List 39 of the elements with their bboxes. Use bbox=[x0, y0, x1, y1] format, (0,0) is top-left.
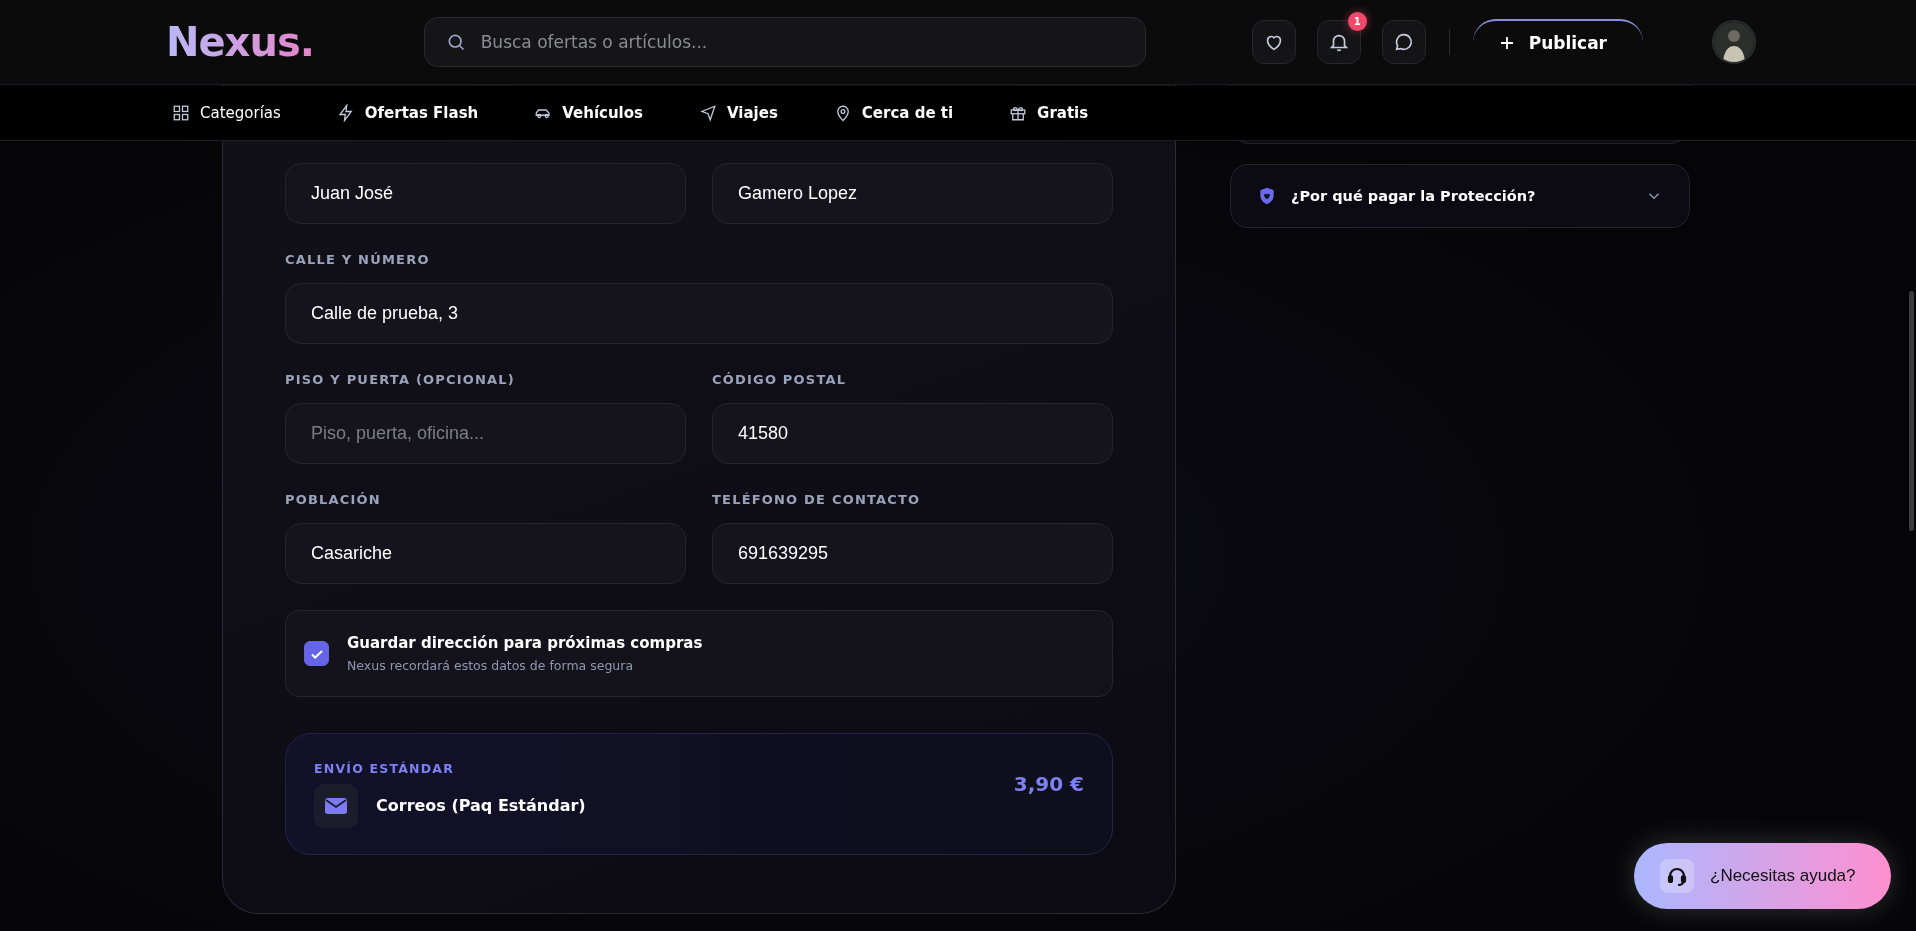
lightning-icon bbox=[336, 104, 355, 122]
field-label: PISO Y PUERTA (OPCIONAL) bbox=[285, 372, 516, 388]
input-field[interactable]: Calle de prueba, 3 bbox=[285, 283, 1113, 344]
grid-icon bbox=[172, 104, 190, 122]
messages-button[interactable] bbox=[1381, 20, 1426, 64]
shipping-type: ENVÍO ESTÁNDAR bbox=[314, 760, 455, 776]
envelope-icon bbox=[314, 783, 358, 828]
carrier-name: Correos (Paq Estándar) bbox=[376, 796, 586, 815]
field-label: POBLACIÓN bbox=[285, 492, 382, 508]
search-field[interactable]: Busca ofertas o artículos... bbox=[423, 17, 1146, 67]
headset-icon bbox=[1660, 859, 1694, 893]
favorites-button[interactable] bbox=[1251, 20, 1296, 64]
field-label: CALLE Y NÚMERO bbox=[285, 252, 431, 268]
nav-link[interactable]: Ofertas Flash bbox=[336, 104, 479, 122]
input-field[interactable]: Gamero Lopez bbox=[712, 163, 1113, 224]
gift-icon bbox=[1009, 104, 1028, 122]
avatar[interactable] bbox=[1712, 20, 1756, 64]
help-button[interactable]: ¿Necesitas ayuda? bbox=[1634, 843, 1891, 909]
input-field[interactable]: 41580 bbox=[712, 403, 1113, 464]
input-field[interactable]: Casariche bbox=[285, 523, 686, 584]
field-label: CÓDIGO POSTAL bbox=[712, 372, 848, 388]
nav-link[interactable]: Gratis bbox=[1009, 104, 1089, 122]
checkbox-hint: Nexus recordará estos datos de forma segura bbox=[347, 658, 635, 673]
shield-icon bbox=[1257, 186, 1277, 206]
plus-icon bbox=[1498, 35, 1515, 51]
nav-link[interactable]: Vehículos bbox=[534, 104, 643, 122]
input-field[interactable]: 691639295 bbox=[712, 523, 1113, 584]
checkbox[interactable] bbox=[304, 641, 329, 666]
notification-badge: 1 bbox=[1347, 12, 1367, 31]
nav-link[interactable]: Categorías bbox=[172, 104, 281, 122]
checkbox-label: Guardar dirección para próximas compras bbox=[347, 634, 703, 652]
accordion-header[interactable]: ¿Por qué pagar la Protección? bbox=[1230, 164, 1690, 228]
shipping-price: 3,90 € bbox=[1013, 772, 1084, 796]
input-field[interactable]: Piso, puerta, oficina... bbox=[285, 403, 686, 464]
nav-link[interactable]: Cerca de ti bbox=[833, 104, 954, 122]
plane-icon bbox=[699, 104, 717, 122]
nav-link[interactable]: Viajes bbox=[699, 104, 778, 122]
input-field[interactable]: Juan José bbox=[285, 163, 686, 224]
field-label: TELÉFONO DE CONTACTO bbox=[712, 492, 922, 508]
